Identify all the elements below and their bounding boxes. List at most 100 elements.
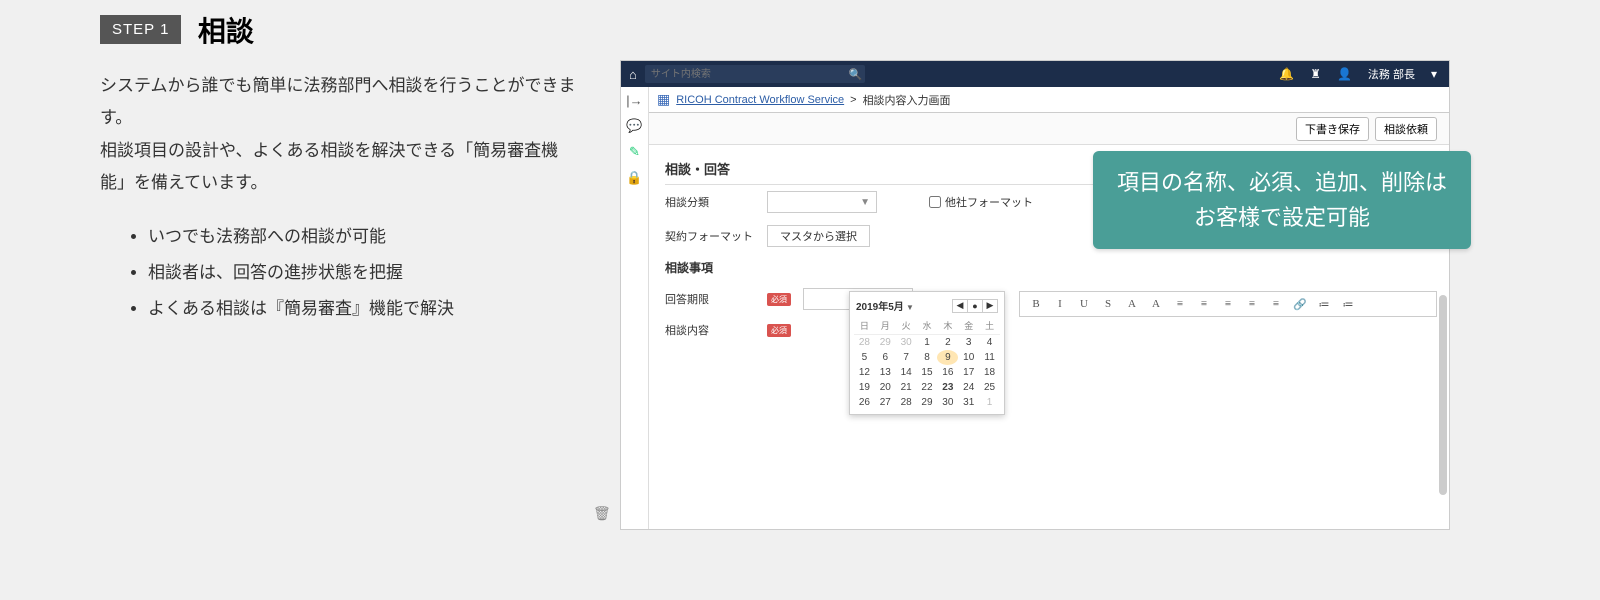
calendar-day[interactable]: 30 [896,335,917,350]
calendar-day[interactable]: 26 [854,395,875,410]
calendar-day[interactable]: 19 [854,380,875,395]
search-input[interactable] [645,65,865,83]
rte-tool-4[interactable]: A [1122,295,1142,313]
calendar-day[interactable]: 4 [979,335,1000,350]
label-content: 相談内容 [665,322,755,338]
step-title: 相談 [198,10,254,50]
required-badge: 必須 [767,324,791,337]
user-icon[interactable]: 👤 [1333,67,1356,81]
rail-collapse-icon[interactable]: |→ [626,93,642,108]
calendar-day[interactable]: 13 [875,365,896,380]
calendar-day[interactable]: 20 [875,380,896,395]
category-select[interactable]: ▼ [767,191,877,213]
draft-save-button[interactable]: 下書き保存 [1296,117,1369,141]
calendar-day[interactable]: 1 [917,335,938,350]
action-toolbar: 下書き保存 相談依頼 [649,113,1449,145]
app-top-bar: ⌂ 🔍 🔔 ♜ 👤 法務 部長 ▾ [621,61,1449,87]
calendar-day[interactable]: 27 [875,395,896,410]
calendar-month-label[interactable]: 2019年5月 [856,298,914,313]
calendar-day[interactable]: 12 [854,365,875,380]
trash-icon[interactable]: 🗑 [593,505,613,525]
rte-tool-11[interactable]: 🔗 [1290,295,1310,313]
calendar-day[interactable]: 16 [937,365,958,380]
breadcrumb-app-link[interactable]: RICOH Contract Workflow Service [676,94,844,106]
breadcrumb-page: 相談内容入力画面 [863,92,951,108]
step-description: システムから誰でも簡単に法務部門へ相談を行うことができます。 相談項目の設計や、… [100,70,580,199]
user-name[interactable]: 法務 部長 [1364,66,1419,82]
calendar-day[interactable]: 3 [958,335,979,350]
bell-icon[interactable]: 🔔 [1275,67,1298,81]
app-grid-icon[interactable]: ▦ [657,91,670,108]
rte-tool-1[interactable]: I [1050,295,1070,313]
org-icon[interactable]: ♜ [1306,67,1325,81]
calendar-day[interactable]: 1 [979,395,1000,410]
calendar-day[interactable]: 25 [979,380,1000,395]
feature-callout: 項目の名称、必須、追加、削除は お客様で設定可能 [1093,151,1471,249]
rail-lock-icon[interactable]: 🔒 [626,170,642,186]
calendar-day[interactable]: 17 [958,365,979,380]
calendar-day[interactable]: 21 [896,380,917,395]
calendar-day[interactable]: 18 [979,365,1000,380]
other-format-checkbox[interactable]: 他社フォーマット [929,194,1033,210]
feature-bullet: いつでも法務部への相談が可能 [148,219,580,255]
calendar-day[interactable]: 22 [917,380,938,395]
submit-button[interactable]: 相談依頼 [1375,117,1437,141]
rte-tool-12[interactable]: ≔ [1314,295,1334,313]
calendar-day-header: 火 [896,317,917,335]
rail-pen-icon[interactable]: ✎ [629,144,640,160]
rte-tool-2[interactable]: U [1074,295,1094,313]
rte-tool-8[interactable]: ≡ [1218,295,1238,313]
calendar-day[interactable]: 10 [958,350,979,365]
rte-tool-13[interactable]: ≔ [1338,295,1358,313]
rich-text-toolbar: BIUSAA≡≡≡≡≡🔗≔≔ [1019,291,1437,317]
rte-tool-5[interactable]: A [1146,295,1166,313]
calendar-day[interactable]: 8 [917,350,938,365]
calendar-day[interactable]: 30 [937,395,958,410]
master-select-button[interactable]: マスタから選択 [767,225,870,247]
calendar-day[interactable]: 15 [917,365,938,380]
calendar-day[interactable]: 23 [937,380,958,395]
rail-chat-icon[interactable]: 💬 [626,118,642,134]
calendar-day-header: 土 [979,317,1000,335]
calendar-day[interactable]: 29 [875,335,896,350]
calendar-day[interactable]: 29 [917,395,938,410]
calendar-day-header: 木 [937,317,958,335]
calendar-today-icon[interactable]: ● [967,299,983,313]
rte-tool-6[interactable]: ≡ [1170,295,1190,313]
step-badge: STEP 1 [100,15,181,44]
calendar-next-icon[interactable]: ▶ [982,299,998,313]
date-picker[interactable]: 2019年5月 ◀ ● ▶ 日月火水木金土2829301234567891011… [849,291,1005,415]
scrollbar[interactable] [1439,295,1447,495]
feature-bullet: よくある相談は『簡易審査』機能で解決 [148,291,580,327]
calendar-day[interactable]: 28 [854,335,875,350]
label-deadline: 回答期限 [665,291,755,307]
calendar-day-header: 金 [958,317,979,335]
calendar-day[interactable]: 6 [875,350,896,365]
calendar-day[interactable]: 31 [958,395,979,410]
calendar-day-header: 水 [917,317,938,335]
calendar-day[interactable]: 9 [937,350,958,365]
home-icon[interactable]: ⌂ [629,67,637,82]
rte-tool-9[interactable]: ≡ [1242,295,1262,313]
left-rail: |→ 💬 ✎ 🔒 [621,87,649,529]
calendar-day-header: 月 [875,317,896,335]
feature-bullets: いつでも法務部への相談が可能相談者は、回答の進捗状態を把握よくある相談は『簡易審… [100,219,580,326]
calendar-day[interactable]: 14 [896,365,917,380]
calendar-prev-icon[interactable]: ◀ [952,299,968,313]
calendar-day-header: 日 [854,317,875,335]
calendar-day[interactable]: 24 [958,380,979,395]
rte-tool-3[interactable]: S [1098,295,1118,313]
calendar-day[interactable]: 28 [896,395,917,410]
required-badge: 必須 [767,293,791,306]
label-category: 相談分類 [665,194,755,210]
search-icon[interactable]: 🔍 [849,68,863,81]
rte-tool-10[interactable]: ≡ [1266,295,1286,313]
user-menu-caret-icon[interactable]: ▾ [1427,67,1441,81]
rte-tool-7[interactable]: ≡ [1194,295,1214,313]
calendar-day[interactable]: 7 [896,350,917,365]
subsection-title: 相談事項 [665,259,1433,276]
calendar-day[interactable]: 2 [937,335,958,350]
calendar-day[interactable]: 11 [979,350,1000,365]
calendar-day[interactable]: 5 [854,350,875,365]
rte-tool-0[interactable]: B [1026,295,1046,313]
